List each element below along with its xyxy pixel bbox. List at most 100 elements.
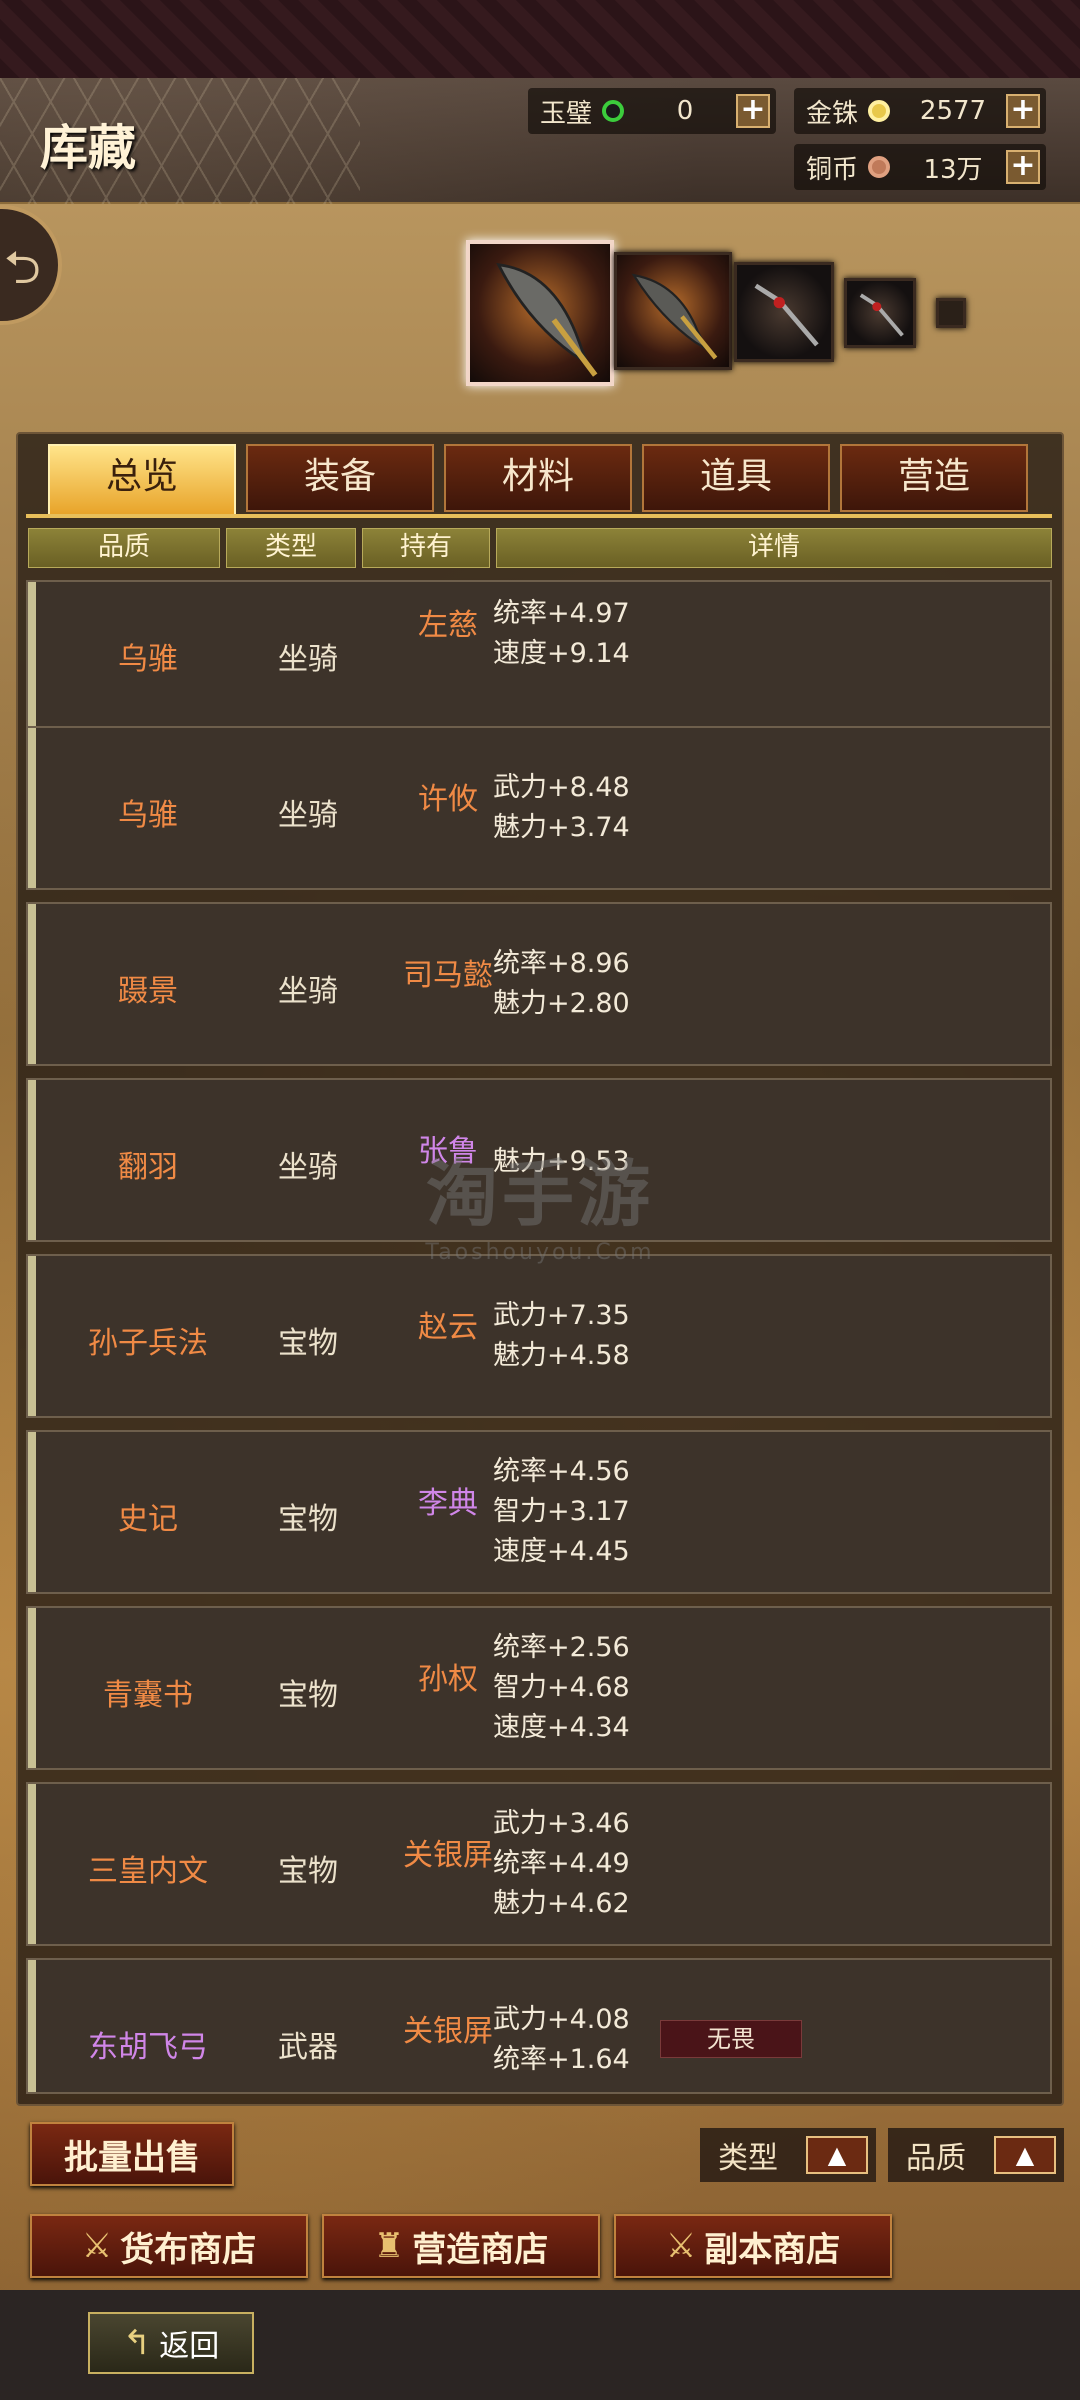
row-accent <box>28 1080 36 1240</box>
column-header-quality[interactable]: 品质 <box>28 528 220 568</box>
add-gold-button[interactable]: + <box>1006 94 1040 128</box>
table-row[interactable]: 蹑景 坐骑 司马懿 统率+8.96 魅力+2.80 <box>26 902 1052 1066</box>
table-row[interactable]: 青囊书 宝物 孙权 统率+2.56 智力+4.68 速度+4.34 <box>26 1606 1052 1770</box>
sword-icon: ⚔ <box>81 2226 113 2266</box>
item-thumb-glaive-2[interactable] <box>614 252 732 370</box>
tab-construction[interactable]: 营造 <box>840 444 1028 512</box>
gold-coin-icon <box>868 100 890 122</box>
spear-icon <box>754 283 819 347</box>
tab-materials[interactable]: 材料 <box>444 444 632 512</box>
add-copper-button[interactable]: + <box>1006 150 1040 184</box>
currency-shop-label: 货布商店 <box>120 2229 257 2270</box>
column-header-type[interactable]: 类型 <box>226 528 356 568</box>
item-name: 蹑景 <box>118 974 178 1009</box>
stat-line: 统率+4.49 <box>493 1848 630 1879</box>
page-title: 库藏 <box>40 120 137 176</box>
row-accent <box>28 1432 36 1592</box>
stat-line: 魅力+3.74 <box>493 812 630 843</box>
item-thumb-tiny[interactable] <box>936 298 966 328</box>
item-type: 坐骑 <box>278 642 338 677</box>
currency-value: 2577 <box>919 96 987 126</box>
stat-line: 统率+2.56 <box>493 1632 630 1663</box>
stat-line: 速度+4.45 <box>493 1536 630 1567</box>
item-thumb-glaive[interactable] <box>466 240 614 386</box>
currency-jade: 玉璧 0 + <box>528 88 776 134</box>
row-accent <box>28 904 36 1064</box>
sort-up-icon[interactable]: ▲ <box>806 2136 868 2174</box>
build-shop-button[interactable]: ♜ 营造商店 <box>322 2214 600 2278</box>
item-stats: 武力+8.48 魅力+3.74 <box>493 768 630 848</box>
item-stats: 统率+2.56 智力+4.68 速度+4.34 <box>493 1628 630 1748</box>
currency-value: 0 <box>676 96 694 126</box>
table-row[interactable]: 乌骓 坐骑 左慈 统率+4.97 速度+9.14 <box>26 580 1052 744</box>
row-accent <box>28 1256 36 1416</box>
glaive-icon <box>496 263 598 377</box>
item-type: 宝物 <box>278 1678 338 1713</box>
currency-name: 铜币 <box>806 154 859 185</box>
item-name: 史记 <box>118 1502 178 1537</box>
tab-equipment[interactable]: 装备 <box>246 444 434 512</box>
item-type: 坐骑 <box>278 974 338 1009</box>
sword-icon: ⚔ <box>665 2226 697 2266</box>
sort-by-type[interactable]: 类型 ▲ <box>700 2128 876 2182</box>
item-type: 坐骑 <box>278 798 338 833</box>
table-row[interactable]: 三皇内文 宝物 关银屏 武力+3.46 统率+4.49 魅力+4.62 <box>26 1782 1052 1946</box>
sort-up-icon[interactable]: ▲ <box>994 2136 1056 2174</box>
return-arrow-icon: ↰ <box>122 2323 152 2363</box>
bulk-sell-button[interactable]: 批量出售 <box>30 2122 234 2186</box>
stat-line: 武力+8.48 <box>493 772 630 803</box>
item-stats: 武力+7.35 魅力+4.58 <box>493 1296 630 1376</box>
table-row[interactable]: 孙子兵法 宝物 赵云 武力+7.35 魅力+4.58 <box>26 1254 1052 1418</box>
table-row[interactable]: 乌骓 坐骑 许攸 武力+8.48 魅力+3.74 <box>26 726 1052 890</box>
column-header-holder[interactable]: 持有 <box>362 528 490 568</box>
stat-line: 魅力+2.80 <box>493 988 630 1019</box>
tower-icon: ♜ <box>373 2226 405 2266</box>
row-accent <box>28 1608 36 1768</box>
stat-line: 统率+4.56 <box>493 1456 630 1487</box>
item-name: 青囊书 <box>103 1678 193 1713</box>
stat-line: 武力+3.46 <box>493 1808 630 1839</box>
currency-shop-button[interactable]: ⚔ 货布商店 <box>30 2214 308 2278</box>
stat-line: 武力+7.35 <box>493 1300 630 1331</box>
item-stats: 统率+4.56 智力+3.17 速度+4.45 <box>493 1452 630 1572</box>
add-jade-button[interactable]: + <box>736 94 770 128</box>
watermark-text: 淘手游 <box>425 1152 654 1236</box>
item-thumb-spear[interactable] <box>734 262 834 362</box>
item-stats: 武力+4.08 统率+1.64 <box>493 2000 630 2080</box>
item-name: 孙子兵法 <box>88 1326 208 1361</box>
table-row[interactable]: 东胡飞弓 武器 关银屏 武力+4.08 统率+1.64 无畏 <box>26 1958 1052 2094</box>
stat-line: 速度+4.34 <box>493 1712 630 1743</box>
dungeon-shop-label: 副本商店 <box>704 2229 841 2270</box>
item-stats: 武力+3.46 统率+4.49 魅力+4.62 <box>493 1804 630 1924</box>
tab-items[interactable]: 道具 <box>642 444 830 512</box>
glaive-icon <box>631 273 718 360</box>
item-type: 武器 <box>278 2030 338 2065</box>
copper-coin-icon <box>868 156 890 178</box>
bulk-sell-label: 批量出售 <box>64 2137 200 2178</box>
item-name: 东胡飞弓 <box>88 2030 208 2065</box>
column-header-details[interactable]: 详情 <box>496 528 1052 568</box>
tab-underline <box>26 514 1052 518</box>
item-type: 宝物 <box>278 1854 338 1889</box>
tab-overview[interactable]: 总览 <box>48 444 236 516</box>
build-shop-label: 营造商店 <box>412 2229 549 2270</box>
dungeon-shop-button[interactable]: ⚔ 副本商店 <box>614 2214 892 2278</box>
sort-type-label: 类型 <box>718 2141 778 2176</box>
item-name: 乌骓 <box>118 642 178 677</box>
item-name: 翻羽 <box>118 1150 178 1185</box>
return-arrow-icon: ⮌ <box>4 240 41 294</box>
sort-by-quality[interactable]: 品质 ▲ <box>888 2128 1064 2182</box>
row-accent <box>28 1960 36 2092</box>
table-row[interactable]: 史记 宝物 李典 统率+4.56 智力+3.17 速度+4.45 <box>26 1430 1052 1594</box>
spear-icon <box>859 293 904 337</box>
item-thumb-spear-small[interactable] <box>844 278 916 348</box>
return-label: 返回 <box>159 2329 220 2364</box>
row-accent <box>28 582 36 742</box>
status-bar <box>0 0 1080 78</box>
return-button[interactable]: ↰ 返回 <box>88 2312 254 2374</box>
watermark: 淘手游 Taoshouyou.Com <box>400 1135 680 1265</box>
stat-line: 魅力+4.62 <box>493 1888 630 1919</box>
item-stats: 统率+4.97 速度+9.14 <box>493 594 630 674</box>
stat-line: 智力+4.68 <box>493 1672 630 1703</box>
item-type: 坐骑 <box>278 1150 338 1185</box>
